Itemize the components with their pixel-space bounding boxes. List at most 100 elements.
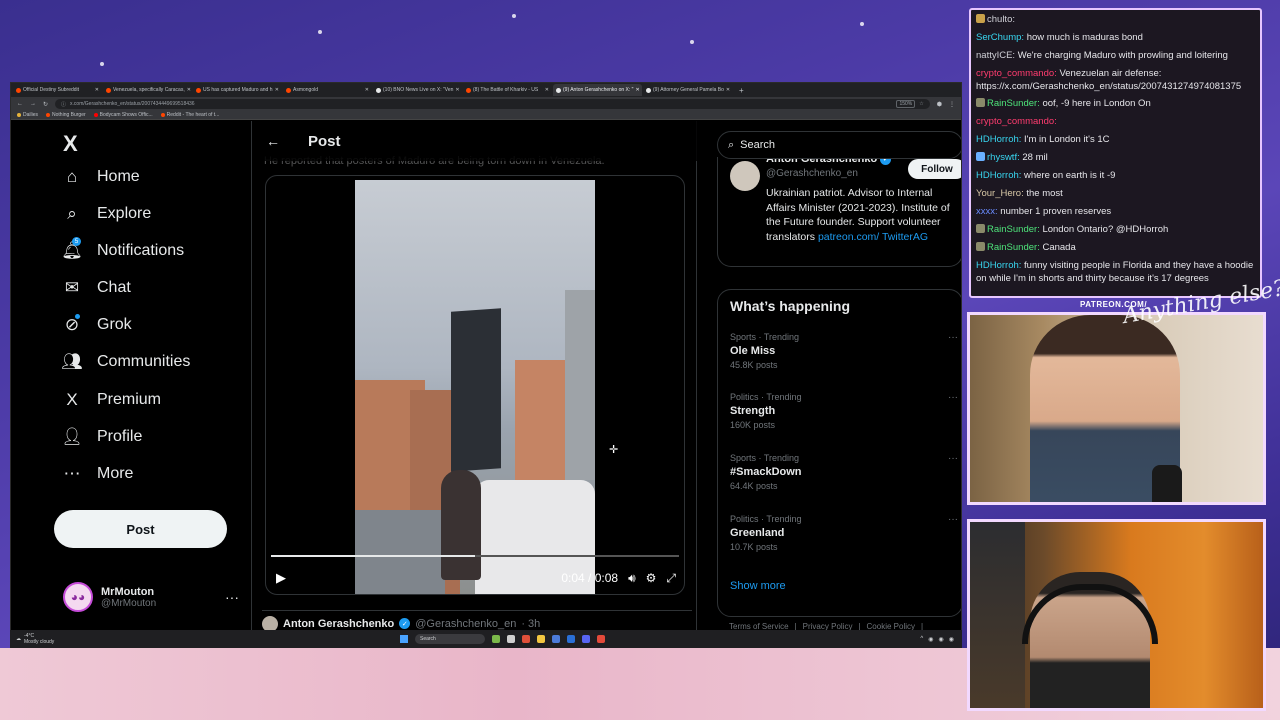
- nav-item-profile[interactable]: 👤︎ Profile: [61, 423, 142, 451]
- chat-username[interactable]: Your_Hero:: [976, 188, 1024, 199]
- search-input[interactable]: ⌕ Search: [717, 131, 961, 159]
- avatar[interactable]: [730, 161, 760, 191]
- close-icon[interactable]: ✕: [545, 87, 549, 93]
- trend-item[interactable]: Politics · Trending Greenland 10.7K posts ·…: [730, 514, 958, 564]
- more-options-icon[interactable]: ···: [948, 453, 958, 464]
- x-logo-icon[interactable]: X: [63, 131, 78, 157]
- profile-link[interactable]: patreon.com/ TwitterAG: [818, 231, 928, 243]
- bookmark-star-icon[interactable]: ☆: [919, 101, 923, 107]
- nav-item-label: Premium: [97, 391, 162, 408]
- taskbar-search[interactable]: Search: [415, 634, 485, 644]
- chat-username[interactable]: crypto_commando:: [976, 116, 1057, 127]
- site-info-icon[interactable]: ⓘ: [61, 101, 66, 108]
- chat-username[interactable]: SerChump:: [976, 32, 1024, 43]
- taskview-icon[interactable]: [507, 635, 515, 643]
- chat-username[interactable]: RainSunder:: [987, 242, 1040, 253]
- more-options-icon[interactable]: ···: [225, 589, 239, 605]
- nav-item-grok[interactable]: ⊘ Grok: [61, 311, 132, 339]
- chat-username[interactable]: nattyICE:: [976, 50, 1015, 61]
- chat-username[interactable]: crypto_commando:: [976, 68, 1057, 79]
- play-icon[interactable]: ▶: [276, 570, 286, 586]
- chat-text: London Ontario? @HDHorroh: [1042, 224, 1169, 235]
- nav-item-notifications[interactable]: 🔔︎ 5 Notifications: [61, 237, 184, 265]
- app-icon[interactable]: [492, 635, 500, 643]
- browser-tab[interactable]: (8) The Battle of Kharkiv - US ✕: [463, 84, 552, 96]
- video-progress-fill: [271, 555, 475, 557]
- close-icon[interactable]: ✕: [95, 87, 99, 93]
- chat-username[interactable]: HDHorroh:: [976, 134, 1021, 145]
- chat-username[interactable]: HDHorroh:: [976, 170, 1021, 181]
- forward-nav-icon[interactable]: →: [30, 101, 36, 107]
- menu-icon[interactable]: ⋮: [949, 101, 955, 108]
- back-nav-icon[interactable]: ←: [17, 101, 23, 107]
- browser-tab[interactable]: Venezuela, specifically Caracas, ✕: [103, 84, 192, 96]
- account-switcher[interactable]: ◕◕ MrMouton @MrMouton ···: [63, 577, 239, 617]
- browser-tab[interactable]: Asmongold ✕: [283, 84, 372, 96]
- chat-username[interactable]: RainSunder:: [987, 224, 1040, 235]
- nav-item-home[interactable]: ⌂ Home: [61, 163, 140, 191]
- extensions-icon[interactable]: ⬢: [937, 101, 942, 108]
- more-options-icon[interactable]: ···: [948, 392, 958, 403]
- trend-item[interactable]: Sports · Trending Ole Miss 45.8K posts ···: [730, 332, 958, 382]
- nav-item-chat[interactable]: ✉ Chat: [61, 274, 131, 302]
- chat-username[interactable]: xxxx:: [976, 206, 998, 217]
- bookmark-item[interactable]: Dailies: [17, 112, 38, 118]
- chat-text: the most: [1026, 188, 1063, 199]
- reply-author[interactable]: Anton Gerashchenko: [283, 618, 394, 630]
- folder-icon[interactable]: [537, 635, 545, 643]
- trend-item[interactable]: Sports · Trending #SmackDown 64.4K posts ··…: [730, 453, 958, 503]
- video-player[interactable]: ▶ 0:04 / 0:08 🔊︎ ⚙ ⤢ ✛: [265, 175, 685, 595]
- trend-item[interactable]: Politics · Trending Strength 160K posts ···: [730, 392, 958, 442]
- bookmark-item[interactable]: Bodycam Shows Offic...: [93, 112, 153, 118]
- nav-item-communities[interactable]: 👥︎ Communities: [61, 348, 190, 376]
- chevron-up-icon[interactable]: ^: [920, 636, 923, 643]
- nav-item-more[interactable]: ⋯ More: [61, 460, 134, 488]
- settings-gear-icon[interactable]: ⚙: [646, 571, 657, 585]
- reload-icon[interactable]: ↻: [43, 101, 48, 108]
- app-icon[interactable]: ◉: [949, 636, 954, 643]
- fullscreen-icon[interactable]: ⤢: [666, 571, 676, 586]
- browser-tab[interactable]: Official Destiny Subreddit ✕: [13, 84, 102, 96]
- bookmark-item[interactable]: Reddit - The heart of t...: [160, 112, 219, 118]
- chrome-icon[interactable]: [597, 635, 605, 643]
- post-button[interactable]: Post: [54, 510, 227, 548]
- discord-icon[interactable]: [582, 635, 590, 643]
- weather-widget[interactable]: ☁ -4°C Mostly cloudy: [10, 633, 400, 645]
- browser-tab[interactable]: (10) BNO News Live on X: "Ven ✕: [373, 84, 462, 96]
- back-arrow-icon[interactable]: ←: [266, 133, 280, 149]
- browser-tab[interactable]: US has captured Maduro and h ✕: [193, 84, 282, 96]
- chat-username[interactable]: chulto:: [987, 14, 1015, 25]
- browser-tab[interactable]: (9) Anton Gerashchenko on X: " ✕: [553, 84, 642, 96]
- volume-icon[interactable]: 🔊︎: [628, 571, 636, 586]
- close-icon[interactable]: ✕: [455, 87, 459, 93]
- close-icon[interactable]: ✕: [365, 87, 369, 93]
- close-icon[interactable]: ✕: [275, 87, 279, 93]
- nav-item-premium[interactable]: X Premium: [61, 386, 161, 414]
- reply-post[interactable]: Anton Gerashchenko ✓ @Gerashchenko_en · …: [262, 610, 692, 632]
- steam-icon[interactable]: [567, 635, 575, 643]
- browser-tab[interactable]: (9) Attorney General Pamela Bo ✕: [643, 84, 732, 96]
- chat-username[interactable]: rhyswtf:: [987, 152, 1020, 163]
- show-more-link[interactable]: Show more: [730, 580, 786, 592]
- bookmark-item[interactable]: Nothing Burger: [46, 112, 86, 118]
- app-icon[interactable]: [552, 635, 560, 643]
- app-icon[interactable]: ◉: [939, 636, 944, 643]
- app-icon[interactable]: [522, 635, 530, 643]
- app-icon[interactable]: ◉: [928, 636, 933, 643]
- more-options-icon[interactable]: ···: [948, 332, 958, 343]
- nav-item-explore[interactable]: ⌕ Explore: [61, 200, 151, 228]
- chat-username[interactable]: RainSunder:: [987, 98, 1040, 109]
- video-progress-bar[interactable]: [271, 555, 679, 557]
- windows-start-icon[interactable]: [400, 635, 408, 643]
- close-icon[interactable]: ✕: [635, 87, 639, 93]
- zoom-indicator[interactable]: 150%: [896, 100, 916, 108]
- favicon-icon: [646, 87, 651, 93]
- address-bar[interactable]: ⓘ x.com/Gerashchenko_en/status/200743444…: [55, 99, 930, 109]
- close-icon[interactable]: ✕: [187, 87, 191, 93]
- more-options-icon[interactable]: ···: [948, 514, 958, 525]
- new-tab-icon[interactable]: +: [739, 86, 744, 95]
- status-badge: [75, 314, 80, 319]
- close-icon[interactable]: ✕: [726, 87, 730, 93]
- chat-username[interactable]: HDHorroh:: [976, 260, 1021, 271]
- follow-button[interactable]: Follow: [908, 159, 961, 179]
